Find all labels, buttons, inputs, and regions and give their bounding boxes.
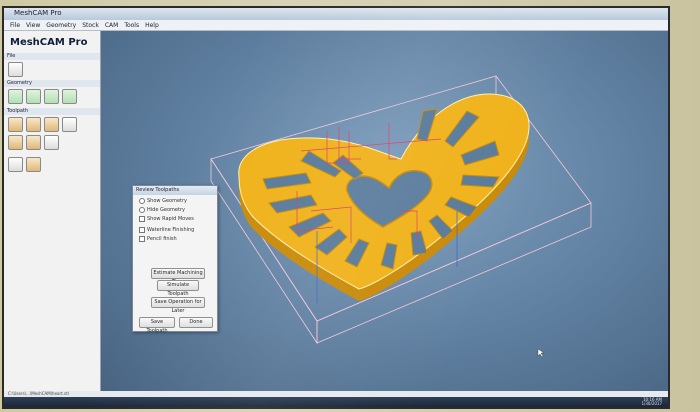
toolpath-tool-8-icon[interactable] [8,157,23,172]
simulate-toolpath-button[interactable]: Simulate Toolpath [157,280,199,297]
review-toolpaths-dialog: Review Toolpaths Show Geometry Hide Geom… [132,185,218,334]
option-pencil-finish[interactable]: Pencil finish [139,236,177,242]
checkbox-waterline-finishing[interactable] [139,227,145,233]
toolpath-tool-7-icon[interactable] [44,135,59,150]
checkbox-pencil-finish[interactable] [139,236,145,242]
sidebar: MeshCAM Pro File Geometry Toolpath [4,31,101,397]
save-operation-button[interactable]: Save Operation for Later [151,297,205,314]
menu-cam[interactable]: CAM [105,22,118,29]
menu-help[interactable]: Help [145,22,159,29]
option-hide-geometry[interactable]: Hide Geometry [139,207,185,213]
menu-file[interactable]: File [10,22,20,29]
menu-stock[interactable]: Stock [82,22,99,29]
status-path: C:\Users\...\MeshCAM\heart.stl [8,391,69,396]
toolpath-tool-9-icon[interactable] [26,157,41,172]
geometry-tool-1-icon[interactable] [8,89,23,104]
dialog-title: Review Toolpaths [133,186,217,195]
section-geometry: Geometry [4,80,100,87]
toolpath-tool-3-icon[interactable] [44,117,59,132]
menu-view[interactable]: View [26,22,40,29]
radio-hide-geometry[interactable] [139,207,145,213]
tray-date: 1/30/2017 [641,401,662,406]
menu-tools[interactable]: Tools [124,22,139,29]
menu-bar: File View Geometry Stock CAM Tools Help [4,20,668,31]
option-show-geometry[interactable]: Show Geometry [139,198,187,204]
toolpath-tool-5-icon[interactable] [8,135,23,150]
option-label: Pencil finish [147,236,177,242]
taskbar: 10:16 AM 1/30/2017 [4,397,668,407]
save-toolpath-button[interactable]: Save Toolpath [139,317,175,334]
option-waterline-finishing[interactable]: Waterline Finishing [139,227,194,233]
toolpath-tool-1-icon[interactable] [8,117,23,132]
option-show-rapid-moves[interactable]: Show Rapid Moves [139,216,194,222]
menu-geometry[interactable]: Geometry [46,22,76,29]
geometry-tool-3-icon[interactable] [44,89,59,104]
option-label: Show Rapid Moves [147,216,194,222]
toolpath-tool-6-icon[interactable] [26,135,41,150]
done-button[interactable]: Done [179,317,213,328]
geometry-tool-2-icon[interactable] [26,89,41,104]
system-tray: 10:16 AM 1/30/2017 [641,398,662,406]
brand-title: MeshCAM Pro [10,37,88,48]
screen: MeshCAM Pro File View Geometry Stock CAM… [4,8,668,407]
open-file-icon[interactable] [8,62,23,77]
checkbox-show-rapid-moves[interactable] [139,216,145,222]
mouse-cursor-icon [537,348,545,358]
option-label: Show Geometry [147,198,188,204]
option-label: Hide Geometry [147,207,185,213]
section-toolpath: Toolpath [4,108,100,115]
toolpath-tool-4-icon[interactable] [62,117,77,132]
option-label: Waterline Finishing [147,227,195,233]
estimate-machining-time-button[interactable]: Estimate Machining Time [151,268,205,285]
section-file: File [4,53,100,60]
geometry-tool-4-icon[interactable] [62,89,77,104]
window-title: MeshCAM Pro [14,9,62,17]
toolpath-tool-2-icon[interactable] [26,117,41,132]
radio-show-geometry[interactable] [139,198,145,204]
